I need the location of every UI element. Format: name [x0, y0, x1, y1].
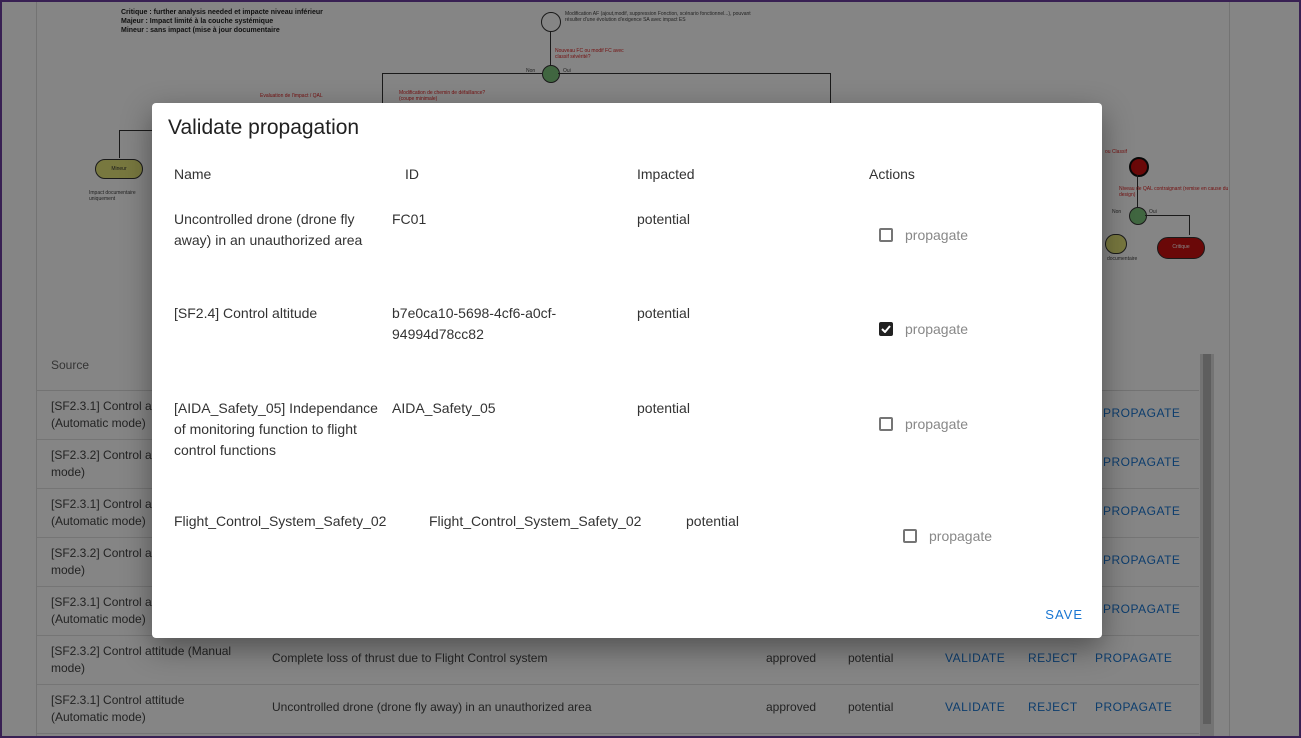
save-button[interactable]: SAVE [1045, 607, 1083, 622]
row-id: Flight_Control_System_Safety_02 [429, 513, 642, 529]
checkbox-label: propagate [905, 227, 969, 243]
row-name: [AIDA_Safety_05] Independance of monitor… [174, 400, 378, 458]
checkbox-box[interactable] [903, 529, 917, 543]
checkbox-box[interactable] [879, 228, 893, 242]
row-name: [SF2.4] Control altitude [174, 305, 318, 321]
row-id: AIDA_Safety_05 [392, 400, 496, 416]
propagate-checkbox[interactable]: propagate [903, 528, 992, 544]
row-impacted: potential [686, 513, 739, 529]
row-name: Flight_Control_System_Safety_02 [174, 513, 387, 529]
validate-propagation-dialog: Validate propagation Name ID Impacted Ac… [152, 103, 1102, 638]
header-id: ID [405, 166, 419, 182]
row-impacted: potential [637, 305, 690, 321]
checkbox-label: propagate [905, 321, 969, 337]
row-impacted: potential [637, 400, 690, 416]
checkbox-label: propagate [929, 528, 993, 544]
propagate-checkbox[interactable]: propagate [879, 321, 968, 337]
row-impacted: potential [637, 211, 690, 227]
header-name: Name [174, 166, 212, 182]
header-actions: Actions [869, 166, 915, 182]
propagate-checkbox[interactable]: propagate [879, 227, 968, 243]
row-id: b7e0ca10-5698-4cf6-a0cf-94994d78cc82 [392, 305, 557, 342]
checkbox-label: propagate [905, 416, 969, 432]
propagate-checkbox[interactable]: propagate [879, 416, 968, 432]
dialog-title: Validate propagation [168, 116, 360, 139]
header-impacted: Impacted [637, 166, 695, 182]
row-name: Uncontrolled drone (drone fly away) in a… [174, 211, 363, 248]
row-id: FC01 [392, 211, 427, 227]
checkbox-box[interactable] [879, 417, 893, 431]
checkbox-box[interactable] [879, 322, 893, 336]
